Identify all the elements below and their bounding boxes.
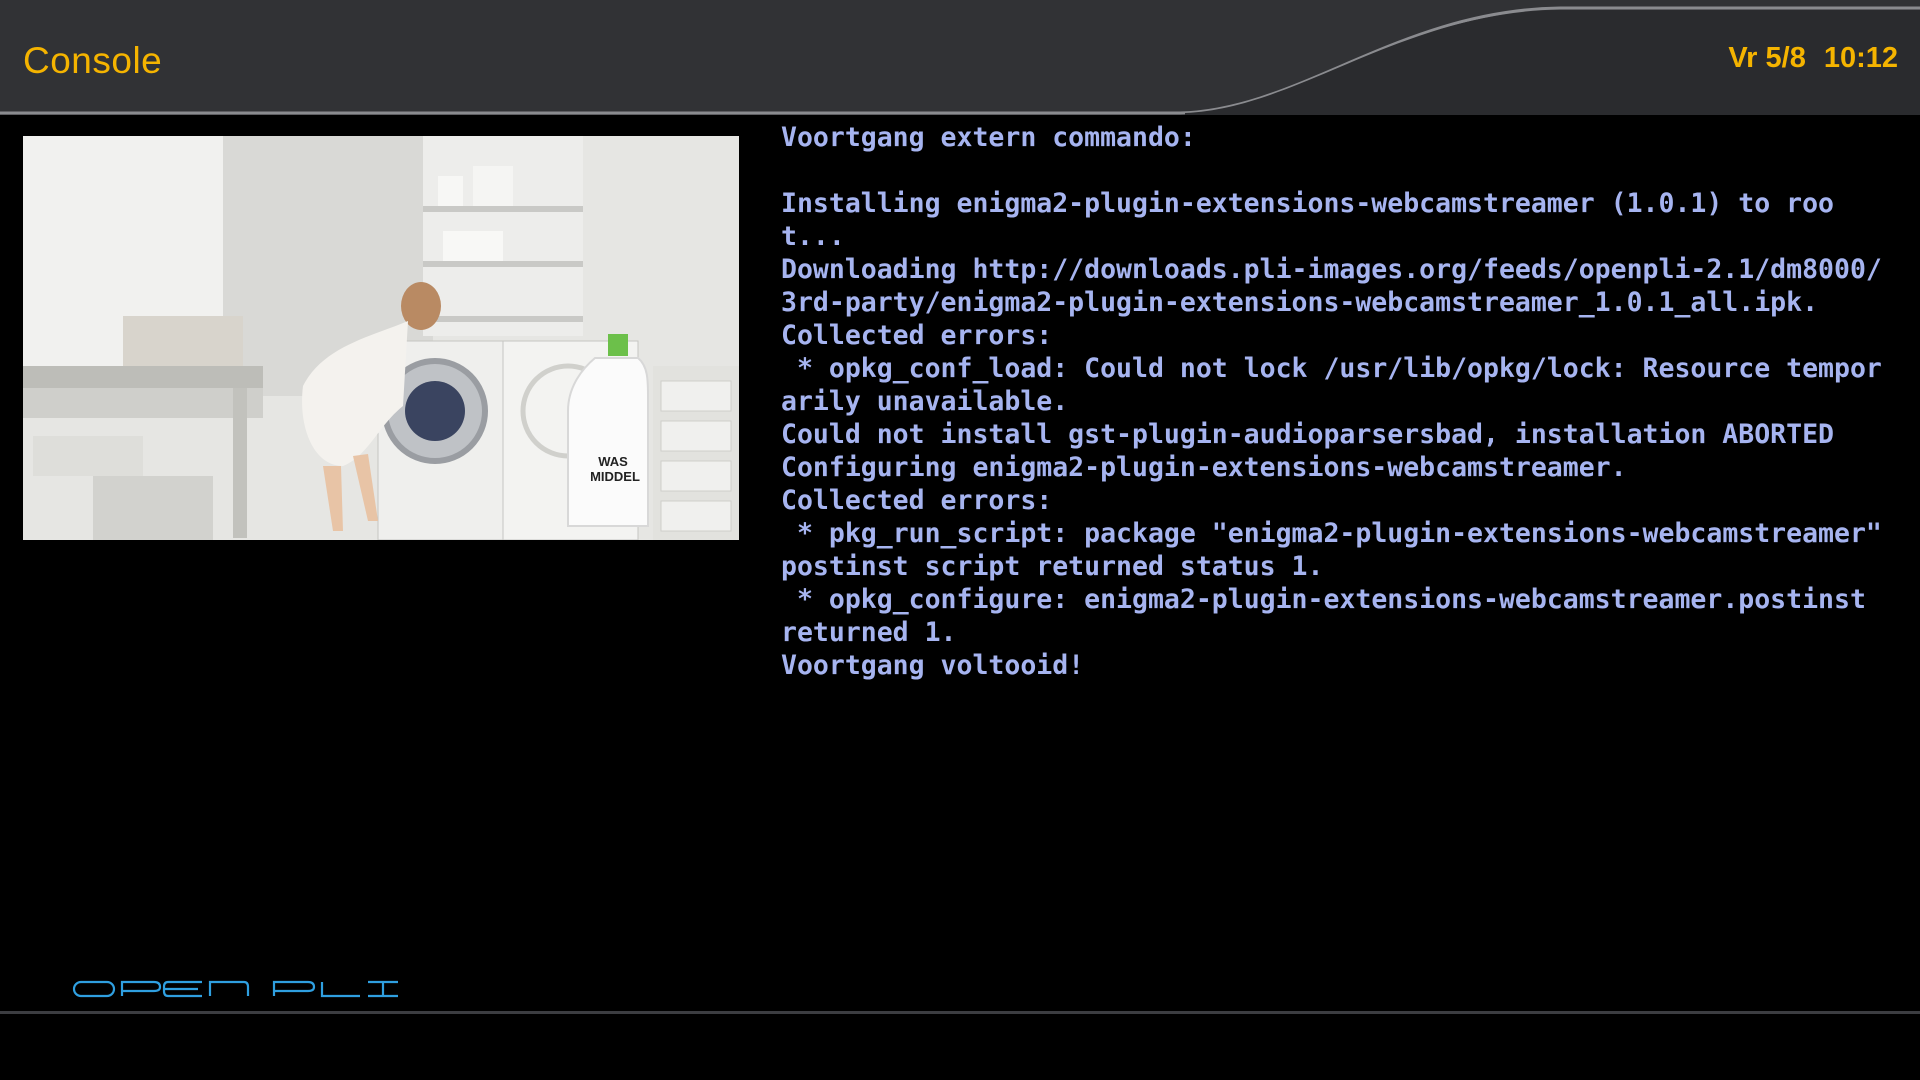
openpli-logo xyxy=(72,980,398,998)
bottle-label-line1: WAS xyxy=(598,454,628,469)
date-time-display: Vr 5/8 10:12 xyxy=(1710,42,1898,75)
tv-video-frame: WAS MIDDEL xyxy=(23,136,739,540)
console-line: Collected errors: xyxy=(781,320,1053,351)
header-swoosh-decoration xyxy=(0,6,1920,115)
screen-title: Console xyxy=(23,40,163,81)
time-label: 10:12 xyxy=(1823,42,1898,74)
footer-divider xyxy=(0,1011,1920,1014)
title-bar: Console Vr 5/8 10:12 xyxy=(0,0,1920,115)
console-line: Voortgang extern commando: xyxy=(781,122,1196,153)
console-line: * opkg_conf_load: Could not lock /usr/li… xyxy=(781,353,1882,417)
console-line: Could not install gst-plugin-audioparser… xyxy=(781,419,1834,450)
console-line: Collected errors: xyxy=(781,485,1053,516)
console-line: Downloading http://downloads.pli-images.… xyxy=(781,254,1882,318)
console-line: Voortgang voltooid! xyxy=(781,650,1085,681)
console-line: * opkg_configure: enigma2-plugin-extensi… xyxy=(781,584,1882,648)
date-label: Vr 5/8 xyxy=(1728,42,1806,74)
console-line: Installing enigma2-plugin-extensions-web… xyxy=(781,188,1834,252)
console-output: Voortgang extern commando: Installing eni… xyxy=(781,121,1891,971)
console-line: * pkg_run_script: package "enigma2-plugi… xyxy=(781,518,1882,582)
picture-in-picture-video: WAS MIDDEL xyxy=(23,136,739,540)
console-line: Configuring enigma2-plugin-extensions-we… xyxy=(781,452,1627,483)
bottle-label-line2: MIDDEL xyxy=(590,469,640,484)
